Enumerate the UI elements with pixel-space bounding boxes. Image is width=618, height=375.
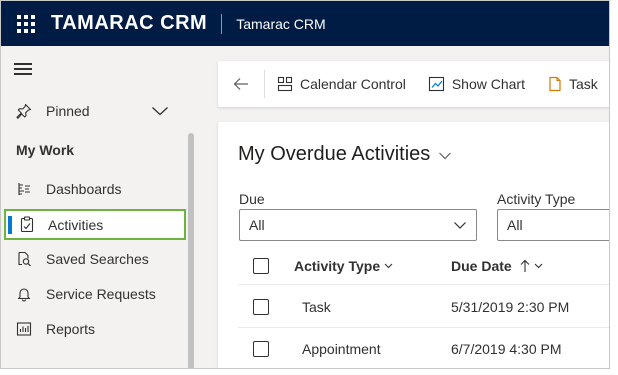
calendar-control-label: Calendar Control (300, 76, 406, 92)
show-chart-button[interactable]: Show Chart (428, 76, 525, 92)
sidebar-item-label: Dashboards (46, 181, 122, 197)
task-label: Task (569, 76, 598, 92)
app-window: TAMARAC CRM Tamarac CRM Pinned My Work D… (0, 0, 610, 369)
grid-header-row: Activity Type Due Date (238, 249, 609, 285)
show-chart-label: Show Chart (451, 76, 525, 92)
table-row[interactable]: Appointment 6/7/2019 4:30 PM (238, 328, 609, 368)
back-button[interactable] (218, 70, 265, 98)
sidebar-scrollbar[interactable] (188, 133, 194, 368)
activity-type-cell: Task (302, 299, 331, 315)
sidebar-item-saved-searches[interactable]: Saved Searches (1, 244, 186, 274)
back-arrow-icon (233, 78, 248, 90)
chevron-down-icon[interactable] (151, 105, 169, 117)
activities-icon (6, 216, 48, 233)
brand-divider (221, 13, 223, 34)
table-row[interactable]: Task 5/31/2019 2:30 PM (238, 286, 609, 328)
main-area: Calendar Control Show Chart Task My Over… (201, 46, 609, 368)
app-launcher-button[interactable] (1, 1, 51, 46)
pin-icon (1, 103, 46, 119)
chevron-down-icon (439, 152, 452, 160)
sidebar-item-label: Service Requests (46, 286, 156, 302)
command-bar: Calendar Control Show Chart Task (218, 61, 609, 107)
sidebar-item-reports[interactable]: Reports (1, 314, 186, 344)
view-title: My Overdue Activities (238, 143, 431, 165)
row-checkbox[interactable] (253, 341, 269, 357)
hamburger-icon[interactable] (14, 63, 32, 75)
sort-ascending-icon (520, 259, 530, 272)
due-filter-label: Due (239, 191, 265, 207)
bell-icon (1, 286, 46, 302)
column-header-activity-type[interactable]: Activity Type (294, 258, 393, 274)
activity-type-filter-select[interactable]: All (497, 209, 609, 241)
sidebar-item-service-requests[interactable]: Service Requests (1, 279, 186, 309)
view-panel: My Overdue Activities Due All Activity T… (218, 122, 609, 368)
select-all-checkbox[interactable] (253, 258, 269, 274)
sidebar: Pinned My Work Dashboards Activities Sav… (1, 46, 201, 368)
sidebar-item-activities[interactable]: Activities (4, 209, 186, 240)
sidebar-item-pinned[interactable]: Pinned (1, 96, 186, 126)
sidebar-item-label: Activities (48, 216, 104, 233)
due-filter-select[interactable]: All (239, 209, 477, 241)
activity-type-filter-value: All (507, 217, 523, 233)
dashboard-icon (1, 181, 46, 197)
column-header-label: Due Date (451, 258, 512, 274)
sidebar-item-dashboards[interactable]: Dashboards (1, 174, 186, 204)
section-title: My Work (16, 142, 75, 158)
brand-logo: TAMARAC CRM (51, 12, 208, 34)
chevron-down-icon (454, 222, 466, 229)
reports-icon (1, 321, 46, 337)
activity-type-filter-label: Activity Type (497, 191, 576, 207)
task-button[interactable]: Task (548, 76, 598, 92)
view-selector[interactable]: My Overdue Activities (238, 143, 452, 166)
due-filter-value: All (249, 217, 265, 233)
waffle-icon (17, 14, 35, 33)
row-checkbox[interactable] (253, 299, 269, 315)
chevron-down-icon (384, 263, 393, 269)
top-bar: TAMARAC CRM Tamarac CRM (1, 1, 609, 46)
app-title[interactable]: Tamarac CRM (236, 16, 325, 32)
due-date-cell: 5/31/2019 2:30 PM (451, 299, 570, 315)
calendar-control-button[interactable]: Calendar Control (277, 76, 406, 92)
chart-icon (428, 76, 444, 92)
sidebar-item-label: Pinned (46, 103, 90, 119)
saved-search-icon (1, 251, 46, 267)
selection-indicator (8, 216, 12, 234)
activity-type-cell: Appointment (302, 341, 381, 357)
task-icon (549, 76, 561, 92)
due-date-cell: 6/7/2019 4:30 PM (451, 341, 562, 357)
sidebar-item-label: Reports (46, 321, 96, 337)
chevron-down-icon (534, 263, 543, 269)
calendar-grid-icon (277, 76, 293, 92)
column-header-due-date[interactable]: Due Date (451, 258, 543, 274)
sidebar-item-label: Saved Searches (46, 251, 149, 267)
column-header-label: Activity Type (294, 258, 381, 274)
